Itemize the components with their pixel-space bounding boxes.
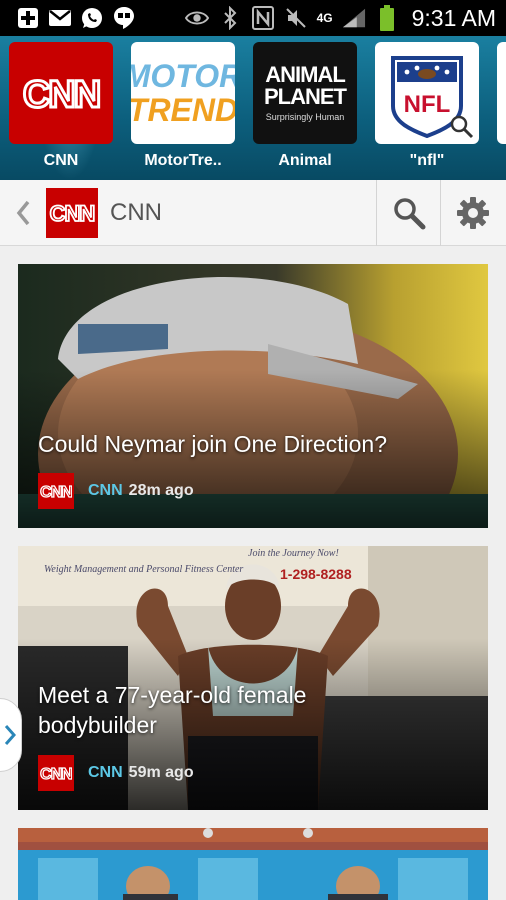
svg-text:NFL: NFL: [404, 91, 451, 118]
search-button[interactable]: [376, 180, 440, 246]
cnn-logo-icon: CNN: [38, 473, 74, 509]
animal-planet-logo-icon: ANIMAL PLANET Surprisingly Human: [253, 42, 357, 144]
logo-text: TREND: [131, 92, 235, 128]
feed-card[interactable]: Join the Journey Now! Weight Management …: [18, 546, 488, 810]
tile-label: MotorTre..: [144, 152, 222, 169]
motortrend-logo-icon: MOTOR TREND: [131, 42, 235, 144]
source-name: CNN: [88, 482, 123, 499]
cnn-logo-icon: CNN: [9, 42, 113, 144]
svg-text:CNN: CNN: [40, 484, 72, 500]
battery-icon: [375, 5, 399, 31]
signal-icon: [342, 6, 366, 30]
nfl-logo-icon: NFL: [375, 42, 479, 144]
logo-tagline: Surprisingly Human: [265, 112, 345, 122]
timestamp: 28m ago: [128, 482, 194, 499]
feed-card[interactable]: [18, 828, 488, 900]
gmail-icon: [48, 6, 72, 30]
tile-label: Animal: [278, 152, 332, 169]
svg-text:CNN: CNN: [40, 766, 72, 782]
channel-header: CNN CNN: [0, 180, 506, 246]
clock: 9:31 AM: [411, 4, 496, 31]
hangouts-icon: [112, 6, 136, 30]
tile-cnn[interactable]: CNN CNN: [9, 42, 113, 170]
article-title: Could Neymar join One Direction?: [38, 431, 387, 457]
nfc-icon: [251, 6, 275, 30]
logo-text: PLANET: [264, 84, 347, 109]
tile-label: CNN: [43, 152, 79, 169]
logo-text: ANIMAL: [265, 62, 346, 87]
article-source: CNN CNN 59m ago: [38, 755, 194, 791]
status-bar: 4G 9:31 AM: [0, 0, 506, 36]
gear-icon: [456, 197, 489, 229]
eye-icon: [184, 6, 209, 30]
plus-icon: [16, 6, 40, 30]
gym-banner-phone: 1-298-8288: [280, 566, 352, 582]
cnn-logo-icon: CNN: [46, 188, 98, 238]
gym-banner-text: Join the Journey Now!: [248, 548, 339, 559]
article-title: Meet a 77-year-old female bodybuilder: [38, 680, 306, 740]
article-image: [18, 828, 488, 900]
search-icon: [393, 198, 425, 230]
channel-tiles-bar: CNN CNN MOTOR TREND MotorTre.. ANIMAL PL…: [0, 36, 506, 180]
page-title: CNN: [110, 199, 162, 226]
cnn-logo-icon: CNN: [38, 755, 74, 791]
svg-text:CNN: CNN: [23, 74, 99, 115]
side-drawer-handle[interactable]: [0, 698, 22, 772]
article-title-line: Meet a 77-year-old female: [38, 682, 307, 708]
logo-text: MOTOR: [131, 58, 235, 94]
svg-text:CNN: CNN: [50, 201, 95, 226]
whatsapp-icon: [80, 6, 104, 30]
tile-label: "nfl": [409, 152, 445, 169]
tile-nfl[interactable]: NFL "nfl": [375, 42, 479, 170]
article-title-line: bodybuilder: [38, 712, 157, 738]
article-source: CNN CNN 28m ago: [38, 473, 194, 509]
timestamp: 59m ago: [128, 764, 194, 781]
gym-banner-subtext: Weight Management and Personal Fitness C…: [44, 564, 244, 575]
search-overlay-icon: [450, 115, 474, 139]
bluetooth-icon: [218, 6, 242, 30]
mute-icon: [284, 6, 308, 30]
back-chevron-icon[interactable]: [14, 198, 34, 228]
source-name: CNN: [88, 764, 123, 781]
network-type: 4G: [316, 11, 333, 25]
tile-next-partial[interactable]: [497, 42, 506, 144]
chevron-right-icon: [4, 725, 17, 745]
tile-partial-box: [497, 42, 506, 144]
feed-card[interactable]: Could Neymar join One Direction? CNN CNN…: [18, 264, 488, 528]
settings-button[interactable]: [440, 180, 504, 246]
tile-animal-planet[interactable]: ANIMAL PLANET Surprisingly Human Animal: [253, 42, 357, 170]
tile-motortrend[interactable]: MOTOR TREND MotorTre..: [131, 42, 235, 170]
